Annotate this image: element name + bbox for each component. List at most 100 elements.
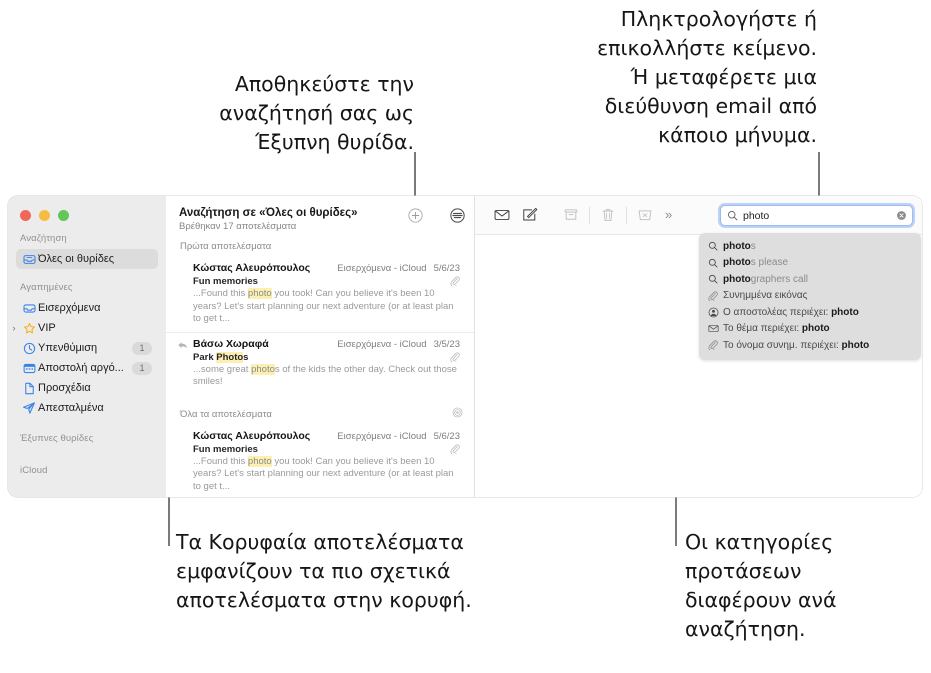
clock-icon — [20, 342, 38, 355]
suggestion-item[interactable]: Ο αποστολέας περιέχει: photo — [699, 304, 921, 321]
section-label-text: Όλα τα αποτελέσματα — [180, 408, 272, 420]
search-icon — [708, 241, 723, 251]
sidebar-section-header-smart-mailboxes: Έξυπνες θυρίδες — [20, 433, 94, 444]
close-button[interactable] — [20, 210, 31, 221]
subject-pre: Park — [193, 351, 217, 363]
sidebar-section-header-search: Αναζήτηση — [20, 233, 67, 244]
paperclip-icon — [450, 444, 460, 454]
paperclip-icon — [450, 276, 460, 286]
sidebar-item-label: Όλες οι θυρίδες — [38, 253, 115, 265]
suggestion-term: photo — [801, 323, 830, 335]
inbox-icon — [20, 302, 38, 315]
filter-icon[interactable] — [450, 208, 465, 223]
suggestion-item[interactable]: Το θέμα περιέχει: photo — [699, 321, 921, 338]
person-icon — [708, 307, 723, 318]
preview-highlight: photo — [247, 288, 272, 299]
search-suggestions-dropdown[interactable]: photos photos please photographers call … — [699, 233, 921, 360]
paperclip-icon — [450, 352, 460, 362]
sent-icon — [20, 401, 38, 415]
sidebar-item-all-mailboxes[interactable]: Όλες οι θυρίδες — [16, 249, 158, 269]
sidebar-item-vip[interactable]: › VIP — [13, 318, 158, 338]
message-date: 5/6/23 — [433, 430, 460, 442]
suggestion-item[interactable]: Το όνομα συνημ. περιέχει: photo — [699, 337, 921, 354]
disclosure-triangle-icon[interactable]: › — [10, 318, 18, 338]
preview-pre: ...some great — [193, 363, 252, 375]
callout-save-search: Αποθηκεύστε την αναζήτησή σας ως Έξυπνη … — [219, 72, 414, 154]
clear-icon[interactable] — [896, 210, 907, 221]
envelope-icon — [708, 323, 723, 334]
fingerprint-icon — [452, 407, 463, 418]
sidebar-item-inbox[interactable]: Εισερχόμενα — [16, 298, 158, 318]
preview-pre: ...Found this — [193, 288, 248, 299]
search-value: photo — [743, 209, 770, 222]
message-preview: ...Found this photo you took! Can you be… — [193, 288, 460, 326]
sidebar-item-drafts[interactable]: Προσχέδια — [16, 378, 158, 398]
subject-text: Fun memories — [193, 276, 258, 287]
message-mailbox: Εισερχόμενα - iCloud — [337, 430, 427, 442]
sidebar-item-label: Υπενθύμιση — [38, 342, 98, 354]
message-mailbox: Εισερχόμενα - iCloud — [337, 263, 427, 274]
suggestion-item[interactable]: photos please — [699, 255, 921, 272]
preview-highlight: photo — [251, 363, 275, 375]
suggestion-label: Το όνομα συνημ. περιέχει: — [723, 339, 842, 351]
message-sender: Κώστας Αλευρόπουλος — [193, 262, 311, 274]
paperclip-icon — [708, 291, 723, 301]
search-icon — [708, 274, 723, 284]
subject-highlight: Photo — [216, 351, 244, 363]
add-smart-mailbox-icon[interactable] — [408, 208, 423, 223]
toolbar-divider — [589, 206, 590, 224]
sidebar-item-label: Αποστολή αργό... — [38, 362, 124, 374]
suggestion-term: photo — [841, 339, 870, 351]
zoom-button[interactable] — [58, 210, 69, 221]
search-input[interactable]: photo — [720, 205, 913, 226]
message-preview: ...Found this photo you took! Can you be… — [193, 455, 460, 494]
suggestion-completion: s — [750, 240, 756, 252]
toolbar-overflow-button[interactable]: » — [659, 207, 678, 224]
calendar-icon — [20, 362, 38, 375]
message-subject: Fun memories — [193, 444, 460, 455]
sidebar-item-label: Απεσταλμένα — [38, 402, 104, 414]
preview-pre: ...Found this — [193, 455, 248, 467]
compose-icon[interactable] — [516, 207, 544, 223]
sidebar: Αναζήτηση Όλες οι θυρίδες Αγαπημένες Εισ… — [8, 196, 166, 497]
window-controls[interactable] — [20, 210, 69, 221]
message-date: 5/6/23 — [433, 263, 460, 274]
message-subject: Fun memories — [193, 276, 460, 287]
message-preview: ...some great photos of the kids the oth… — [193, 363, 460, 389]
section-label-top-results: Πρώτα αποτελέσματα — [180, 241, 272, 252]
mark-unread-icon[interactable] — [488, 207, 516, 223]
junk-icon[interactable] — [631, 207, 659, 223]
toolbar-divider — [626, 206, 627, 224]
all-mailboxes-icon — [20, 253, 38, 266]
message-list-item[interactable]: Κώστας Αλευρόπουλος Εισερχόμενα - iCloud… — [166, 425, 474, 498]
suggestion-item[interactable]: photos — [699, 238, 921, 255]
replied-icon — [177, 340, 188, 351]
unread-badge: 1 — [132, 341, 152, 355]
minimize-button[interactable] — [39, 210, 50, 221]
suggestion-label: Ο αποστολέας περιέχει: — [723, 306, 832, 318]
message-list-header: Αναζήτηση σε «Όλες οι θυρίδες» Βρέθηκαν … — [166, 196, 474, 235]
suggestion-item[interactable]: Συνημμένα εικόνας — [699, 288, 921, 305]
sidebar-item-reminder[interactable]: Υπενθύμιση 1 — [16, 338, 158, 358]
message-date: 3/5/23 — [433, 338, 460, 350]
subject-text: Fun memories — [193, 443, 258, 455]
sidebar-item-sent[interactable]: Απεσταλμένα — [16, 398, 158, 418]
delete-icon[interactable] — [594, 207, 622, 223]
suggestion-term: photo — [831, 306, 859, 318]
archive-icon[interactable] — [557, 207, 585, 223]
message-list-item[interactable]: Βάσω Χωραφά Εισερχόμενα - iCloud 3/5/23 … — [166, 331, 474, 395]
callout-top-results: Τα Κορυφαία αποτελέσματα εμφανίζουν τα π… — [176, 530, 472, 612]
mail-app-window: Αναζήτηση Όλες οι θυρίδες Αγαπημένες Εισ… — [8, 196, 922, 497]
star-icon — [20, 322, 38, 335]
sidebar-item-label: VIP — [38, 322, 56, 334]
section-label-all-results: Όλα τα αποτελέσματα — [166, 403, 474, 425]
suggestion-label: Το θέμα περιέχει: — [723, 323, 802, 335]
suggestion-completion: s please — [750, 257, 789, 269]
sidebar-item-send-later[interactable]: Αποστολή αργό... 1 — [16, 358, 158, 378]
drafts-icon — [20, 382, 38, 395]
message-pane: » photo photos photos please photographe… — [475, 196, 922, 497]
message-list-item[interactable]: Κώστας Αλευρόπουλος Εισερχόμενα - iCloud… — [166, 257, 474, 332]
suggestion-item[interactable]: photographers call — [699, 271, 921, 288]
suggestion-completion: graphers call — [750, 273, 809, 285]
search-icon — [708, 258, 723, 268]
